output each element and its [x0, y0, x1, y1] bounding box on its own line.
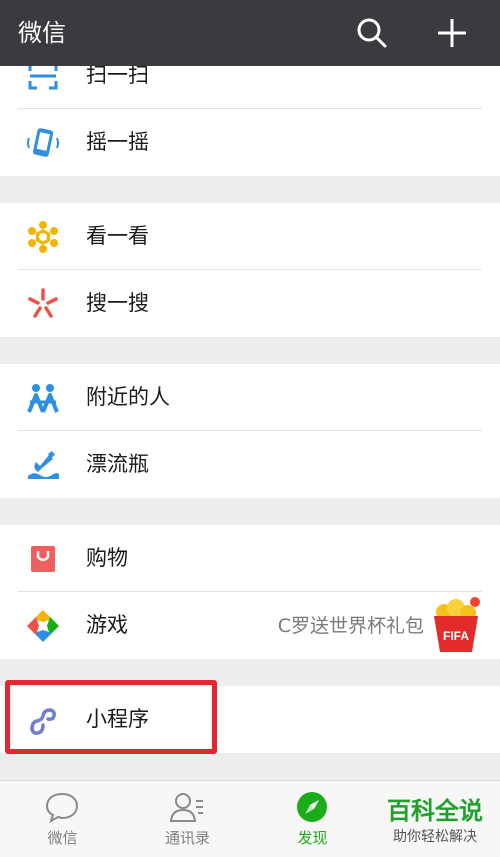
tab-discover[interactable]: 发现 — [250, 781, 375, 857]
add-icon[interactable] — [434, 15, 470, 51]
list-item-drift-bottle[interactable]: 漂流瓶 — [0, 431, 500, 498]
drift-bottle-icon — [28, 450, 59, 479]
watermark-title: 百科全说 — [387, 797, 483, 825]
search-sparkle-icon — [28, 288, 58, 318]
tab-discover-label: 发现 — [297, 829, 328, 847]
list-item-shake[interactable]: 摇一摇 — [0, 109, 500, 176]
watermark: 百科全说 助你轻松解决 — [376, 796, 494, 848]
shake-phone-icon — [27, 128, 59, 157]
shopping-bag-icon — [31, 546, 55, 572]
list-item-scan[interactable]: 扫一扫 — [0, 66, 500, 109]
people-nearby-icon — [27, 384, 59, 413]
tab-chats-label: 微信 — [47, 829, 78, 847]
list-item-search[interactable]: 搜一搜 — [0, 270, 500, 337]
list-item-games[interactable]: 游戏 C罗送世界杯礼包 FIFA — [0, 592, 500, 659]
tab-chats[interactable]: 微信 — [0, 781, 125, 857]
highlight-box — [5, 680, 217, 754]
top-stories-icon — [28, 221, 58, 253]
page-title: 微信 — [18, 19, 66, 47]
scan-label: 扫一扫 — [86, 66, 149, 87]
discover-list[interactable]: 扫一扫 摇一摇 看一看 搜一搜 附近的人 漂流瓶 购物 游戏 C罗送世界杯礼包 … — [0, 66, 500, 780]
chat-bubble-icon — [45, 792, 79, 824]
search-icon[interactable] — [354, 15, 390, 51]
top-stories-label: 看一看 — [86, 224, 149, 248]
new-dot-icon — [470, 597, 480, 607]
games-promo-text: C罗送世界杯礼包 — [277, 615, 424, 637]
scan-icon — [28, 66, 58, 90]
games-label: 游戏 — [86, 613, 128, 637]
shake-label: 摇一摇 — [86, 130, 149, 154]
tab-contacts-label: 通讯录 — [164, 829, 210, 847]
group-nearby-bottle: 附近的人 漂流瓶 — [0, 364, 500, 498]
fifa-gift-icon: FIFA — [434, 597, 480, 652]
shopping-label: 购物 — [86, 546, 128, 570]
drift-bottle-label: 漂流瓶 — [86, 452, 149, 476]
people-nearby-label: 附近的人 — [86, 385, 170, 409]
group-scan-shake: 扫一扫 摇一摇 — [0, 66, 500, 176]
search-label: 搜一搜 — [86, 291, 149, 315]
list-item-shopping[interactable]: 购物 — [0, 525, 500, 592]
tab-contacts[interactable]: 通讯录 — [125, 781, 250, 857]
games-icon — [27, 610, 59, 642]
group-look-search: 看一看 搜一搜 — [0, 203, 500, 337]
group-shop-games: 购物 游戏 C罗送世界杯礼包 FIFA — [0, 525, 500, 659]
list-item-top-stories[interactable]: 看一看 — [0, 203, 500, 270]
watermark-subtitle: 助你轻松解决 — [393, 829, 477, 845]
top-bar: 微信 — [0, 0, 500, 66]
compass-icon — [297, 792, 327, 822]
contacts-icon — [169, 793, 203, 822]
list-item-people-nearby[interactable]: 附近的人 — [0, 364, 500, 431]
fifa-badge-text: FIFA — [443, 629, 469, 643]
